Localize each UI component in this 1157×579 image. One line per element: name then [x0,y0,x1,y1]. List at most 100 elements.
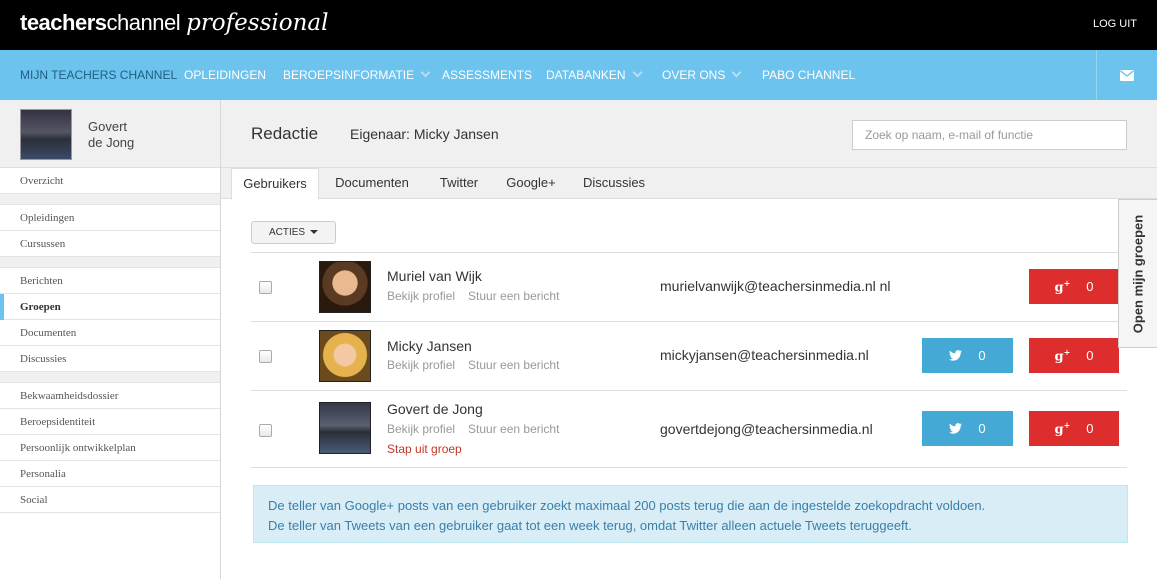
user-email: mickyjansen@teachersinmedia.nl [660,347,869,363]
table-row: Govert de Jong Bekijk profiel Stuur een b… [251,391,1127,467]
logout-link[interactable]: LOG UIT [1093,18,1137,30]
caret-down-icon [310,230,319,234]
profile-last-name: de Jong [88,135,135,150]
avatar [319,402,371,454]
tab-discussies[interactable]: Discussies [577,168,651,200]
google-plus-icon: g+ [1054,419,1071,438]
sidebar-item-beroepsidentiteit[interactable]: Beroepsidentiteit [0,409,220,435]
page-title: Redactie [251,124,319,143]
tab-gebruikers[interactable]: Gebruikers [231,168,319,200]
avatar [319,261,371,313]
sidebar-item-ontwikkelplan[interactable]: Persoonlijk ontwikkelplan [0,435,220,461]
sidebar-item-social[interactable]: Social [0,487,220,513]
sidebar-divider [0,372,220,383]
user-email-address: murielvanwijk@teachersinmedia.nl [660,278,876,294]
actions-dropdown[interactable]: ACTIES [251,221,336,244]
nav-databanken[interactable]: DATABANKEN [546,50,643,100]
google-plus-count: 0 [1086,421,1094,436]
info-alert: De teller van Google+ posts van een gebr… [253,485,1128,543]
sidebar-item-personalia[interactable]: Personalia [0,461,220,487]
google-plus-icon: g+ [1054,346,1071,365]
row-checkbox[interactable] [259,281,272,294]
nav-over-ons-label: OVER ONS [662,68,726,82]
tab-twitter[interactable]: Twitter [429,168,489,200]
sidebar-item-discussies[interactable]: Discussies [0,346,220,372]
group-owner: Eigenaar: Micky Jansen [350,126,499,142]
table-row: Muriel van Wijk Bekijk profiel Stuur een … [251,253,1127,321]
row-checkbox[interactable] [259,350,272,363]
row-checkbox[interactable] [259,424,272,437]
view-profile-link[interactable]: Bekijk profiel [387,422,455,436]
top-bar: teachers channel professional LOG UIT [0,0,1157,50]
divider [251,467,1127,468]
nav-mijn-teachers-channel[interactable]: MIJN TEACHERS CHANNEL [20,50,177,100]
actions-label: ACTIES [268,227,306,238]
nav-assessments[interactable]: ASSESSMENTS [442,50,532,100]
logo-teachers: teachers [20,10,107,35]
open-my-groups-label: Open mijn groepen [1130,214,1146,333]
google-plus-count-button[interactable]: g+ 0 [1029,338,1119,373]
twitter-count-button[interactable]: 0 [922,411,1013,446]
twitter-count-button[interactable]: 0 [922,338,1013,373]
group-header: Redactie Eigenaar: Micky Jansen [221,100,1157,168]
google-plus-count-button[interactable]: g+ 0 [1029,269,1119,304]
chevron-down-icon [731,67,742,78]
profile-card[interactable]: Govert de Jong [0,100,220,168]
user-links: Bekijk profiel Stuur een bericht [387,358,572,372]
user-name[interactable]: Micky Jansen [387,338,472,354]
leave-group-link[interactable]: Stap uit groep [387,442,462,456]
avatar [319,330,371,382]
nav-pabo-channel[interactable]: PABO CHANNEL [762,50,855,100]
google-plus-icon: g+ [1054,277,1071,296]
user-name[interactable]: Muriel van Wijk [387,268,482,284]
table-row: Micky Jansen Bekijk profiel Stuur een ber… [251,322,1127,390]
send-message-link[interactable]: Stuur een bericht [468,289,559,303]
sidebar-item-overzicht[interactable]: Overzicht [0,168,220,194]
avatar [20,109,72,160]
user-links: Bekijk profiel Stuur een bericht [387,422,572,436]
profile-first-name: Govert [88,119,128,134]
info-line-google: De teller van Google+ posts van een gebr… [268,498,986,513]
user-name[interactable]: Govert de Jong [387,401,483,417]
twitter-count: 0 [978,348,986,363]
open-my-groups-tab[interactable]: Open mijn groepen [1118,199,1157,348]
chevron-down-icon [632,67,643,78]
view-profile-link[interactable]: Bekijk profiel [387,358,455,372]
sidebar-divider [0,194,220,205]
sidebar-item-berichten[interactable]: Berichten [0,268,220,294]
nav-over-ons[interactable]: OVER ONS [662,50,742,100]
send-message-link[interactable]: Stuur een bericht [468,422,559,436]
sidebar-item-cursussen[interactable]: Cursussen [0,231,220,257]
google-plus-count-button[interactable]: g+ 0 [1029,411,1119,446]
twitter-count: 0 [978,421,986,436]
sidebar: Govert de Jong Overzicht Opleidingen Cur… [0,100,221,579]
sidebar-item-bekwaamheidsdossier[interactable]: Bekwaamheidsdossier [0,383,220,409]
sidebar-item-groepen[interactable]: Groepen [0,294,220,320]
nav-opleidingen[interactable]: OPLEIDINGEN [184,50,266,100]
tab-documenten[interactable]: Documenten [325,168,419,200]
logo-channel: channel [106,10,181,35]
nav-beroepsinformatie-label: BEROEPSINFORMATIE [283,68,415,82]
search-input[interactable] [852,120,1127,150]
user-email-suffix: nl [879,278,891,294]
tab-bar: Gebruikers Documenten Twitter Google+ Di… [221,168,1157,200]
google-plus-count: 0 [1086,348,1094,363]
twitter-icon [949,423,963,434]
mail-button[interactable] [1096,50,1157,100]
view-profile-link[interactable]: Bekijk profiel [387,289,455,303]
envelope-icon [1120,69,1134,81]
profile-name: Govert de Jong [88,119,134,151]
google-plus-count: 0 [1086,279,1094,294]
tab-google-plus[interactable]: Google+ [499,168,563,200]
sidebar-item-documenten[interactable]: Documenten [0,320,220,346]
nav-beroepsinformatie[interactable]: BEROEPSINFORMATIE [283,50,431,100]
logo[interactable]: teachers channel professional [20,10,328,40]
info-line-twitter: De teller van Tweets van een gebruiker g… [268,518,912,533]
send-message-link[interactable]: Stuur een bericht [468,358,559,372]
sidebar-item-opleidingen[interactable]: Opleidingen [0,205,220,231]
sidebar-divider [0,257,220,268]
main-nav: MIJN TEACHERS CHANNEL OPLEIDINGEN BEROEP… [0,50,1157,100]
user-email: govertdejong@teachersinmedia.nl [660,421,873,437]
twitter-icon [949,350,963,361]
user-email: murielvanwijk@teachersinmedia.nl nl [660,278,891,294]
